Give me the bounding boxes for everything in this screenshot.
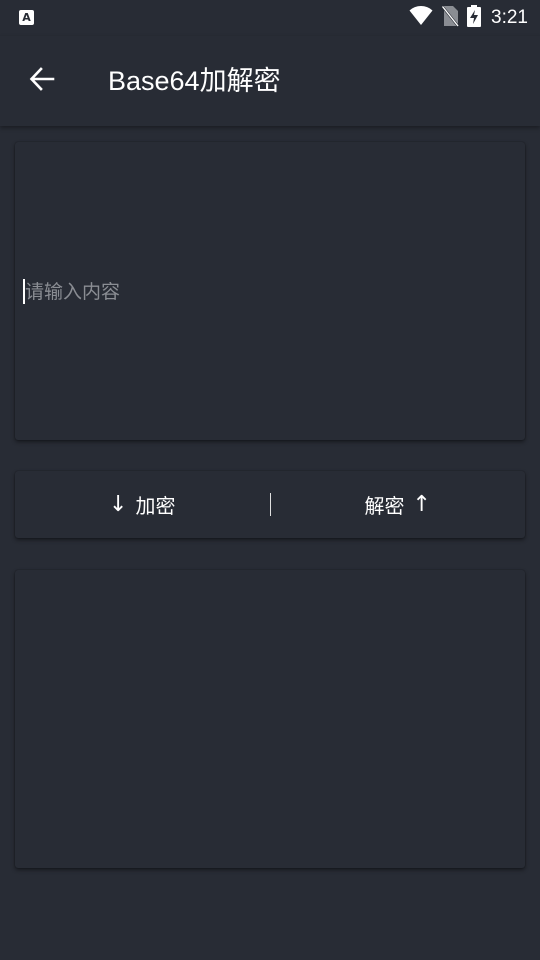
action-button-row: ↓ 加密 解密 ↑: [15, 471, 525, 538]
status-time: 3:21: [491, 7, 528, 28]
page-title: Base64加解密: [108, 66, 281, 96]
arrow-down-icon: ↓: [109, 492, 128, 517]
encrypt-button[interactable]: ↓ 加密: [15, 471, 270, 538]
arrow-left-icon: [29, 66, 55, 96]
battery-charging-icon: [467, 5, 482, 31]
content-input[interactable]: 请输入内容: [15, 142, 525, 440]
output-card: [15, 570, 525, 868]
no-sim-icon: [441, 5, 459, 31]
accessibility-notification-icon: A: [19, 10, 34, 25]
status-bar: A 3:21: [0, 0, 540, 36]
app-bar: Base64加解密: [0, 36, 540, 126]
back-button[interactable]: [22, 61, 62, 101]
encrypt-label: 加密: [135, 494, 176, 518]
input-card: 请输入内容: [15, 142, 525, 440]
wifi-icon: [409, 6, 433, 30]
decrypt-label: 解密: [364, 494, 405, 518]
result-output[interactable]: [15, 570, 525, 868]
input-placeholder: 请输入内容: [25, 281, 121, 303]
screen: A 3:21 Base64加解密 请输入内容 ↓ 加密 解密 ↑: [0, 0, 540, 960]
arrow-up-icon: ↑: [412, 492, 431, 517]
decrypt-button[interactable]: 解密 ↑: [271, 471, 526, 538]
status-icons: 3:21: [409, 5, 528, 31]
